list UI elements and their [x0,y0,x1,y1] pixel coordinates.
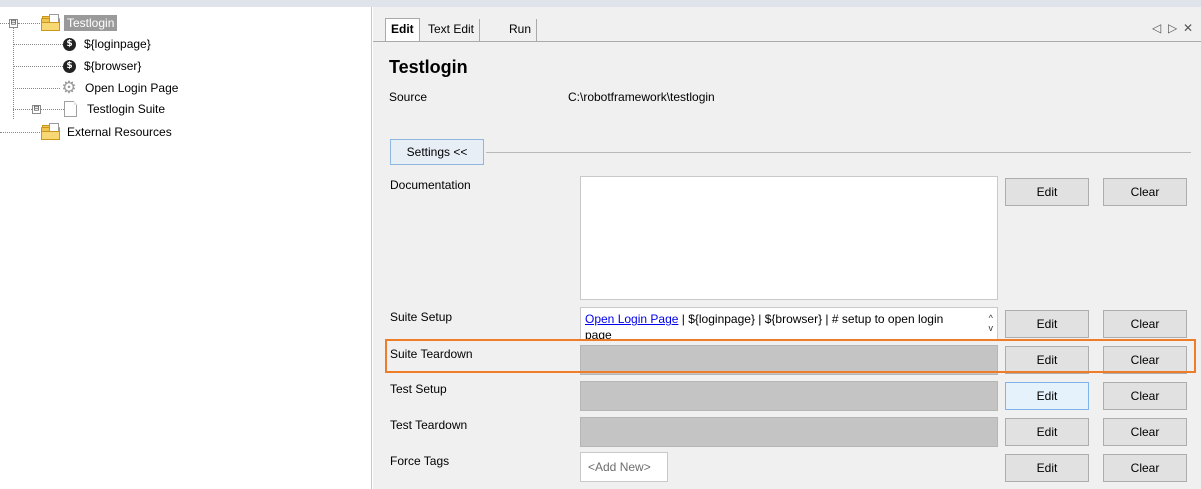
tab-next-icon[interactable]: ▷ [1168,21,1177,35]
tree-connector [13,88,60,89]
folder-icon [40,123,62,141]
tree-node-external-resources[interactable]: External Resources [40,122,175,142]
gear-icon: ⚙ [61,78,77,97]
settings-divider [486,152,1191,153]
editor-panel: Edit Text Edit Run ◁ ▷ ✕ Testlogin Sourc… [373,7,1201,489]
tree-node-label: Testlogin [64,15,118,31]
dollar-icon: $ [63,37,76,51]
tab-prev-icon[interactable]: ◁ [1152,21,1161,35]
close-icon[interactable]: ✕ [1183,21,1193,35]
tree-connector [13,66,63,67]
test-teardown-field[interactable] [580,417,998,447]
test-teardown-label: Test Teardown [390,418,468,432]
tree-connector [13,109,32,110]
add-tag-input[interactable]: <Add New> [580,452,668,482]
tree-connector [13,44,63,45]
suite-collapse-toggle[interactable]: ⊟ [32,105,41,114]
force-tags-clear-button[interactable]: Clear [1103,454,1187,482]
splitter[interactable] [371,7,372,489]
test-teardown-edit-button[interactable]: Edit [1005,418,1089,446]
field-scroll-control[interactable]: ^ v [989,313,994,333]
force-tags-label: Force Tags [390,454,450,468]
documentation-clear-button[interactable]: Clear [1103,178,1187,206]
tree-node-label: ${browser} [84,59,142,73]
tree-connector [0,132,40,133]
test-teardown-clear-button[interactable]: Clear [1103,418,1187,446]
file-icon [64,100,78,118]
test-setup-edit-button[interactable]: Edit [1005,382,1089,410]
suite-setup-clear-button[interactable]: Clear [1103,310,1187,338]
settings-toggle-button[interactable]: Settings << [390,139,484,165]
tab-text-edit[interactable]: Text Edit [423,19,481,41]
tree-node-label: External Resources [67,125,172,139]
tree-connector [18,23,40,24]
tree-node-testlogin[interactable]: Testlogin [40,13,118,33]
tree-connector [41,109,64,110]
test-setup-field[interactable] [580,381,998,411]
keyword-link[interactable]: Open Login Page [585,312,678,326]
dollar-icon: $ [63,59,76,73]
tree-connector [13,23,14,119]
tree-node-label: Open Login Page [85,81,179,95]
page-title: Testlogin [389,57,468,77]
suite-teardown-highlight [385,339,1196,373]
scroll-up-icon[interactable]: ^ [989,313,994,323]
documentation-edit-button[interactable]: Edit [1005,178,1089,206]
tree-node-label: ${loginpage} [84,37,151,51]
tree-node-browser[interactable]: $ ${browser} [63,56,144,76]
suite-setup-field[interactable]: Open Login Page | ${loginpage} | ${brows… [580,307,998,341]
window-top-strip [0,0,1201,7]
suite-setup-label: Suite Setup [390,310,453,324]
test-setup-label: Test Setup [390,382,447,396]
documentation-label: Documentation [390,178,471,192]
suite-setup-edit-button[interactable]: Edit [1005,310,1089,338]
tree-node-label: Testlogin Suite [87,102,166,116]
tab-edit[interactable]: Edit [385,18,420,42]
tree-node-open-login-page[interactable]: ⚙ Open Login Page [60,78,181,98]
source-path: C:\robotframework\testlogin [568,90,715,104]
tab-run[interactable]: Run [504,19,538,41]
suite-setup-value: Open Login Page | ${loginpage} | ${brows… [585,311,963,341]
project-tree: ⊟ Testlogin $ ${loginpage} $ ${browser} … [0,7,371,489]
folder-icon [40,14,62,32]
root-collapse-toggle[interactable]: ⊟ [9,19,18,28]
documentation-field[interactable] [580,176,998,300]
source-label: Source [389,90,428,104]
tree-connector [0,23,9,24]
suite-editor: Testlogin Source C:\robotframework\testl… [374,42,1200,489]
tree-node-testlogin-suite[interactable]: Testlogin Suite [64,99,168,119]
test-setup-clear-button[interactable]: Clear [1103,382,1187,410]
scroll-down-icon[interactable]: v [989,323,994,333]
force-tags-edit-button[interactable]: Edit [1005,454,1089,482]
tab-bar: Edit Text Edit Run ◁ ▷ ✕ [373,7,1201,42]
tree-node-loginpage[interactable]: $ ${loginpage} [63,34,154,54]
